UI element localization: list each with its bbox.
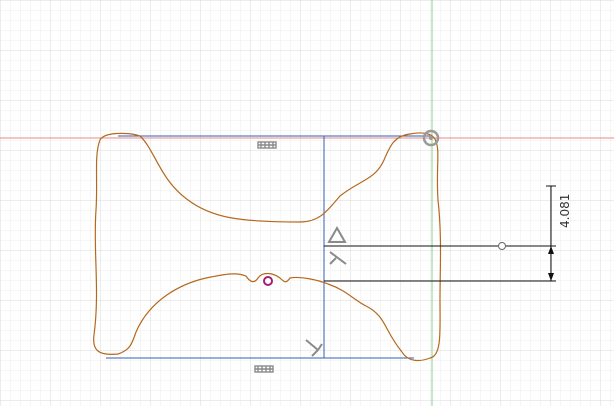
grid-background bbox=[0, 0, 614, 406]
dimension-endpoint[interactable] bbox=[498, 242, 506, 250]
sketch-canvas[interactable]: 4.081 bbox=[0, 0, 614, 406]
dimension-value[interactable]: 4.081 bbox=[558, 194, 572, 228]
horizontal-constraint-icon[interactable] bbox=[254, 365, 274, 373]
sketch-point-icon[interactable] bbox=[263, 276, 273, 286]
horizontal-constraint-icon[interactable] bbox=[257, 141, 277, 149]
